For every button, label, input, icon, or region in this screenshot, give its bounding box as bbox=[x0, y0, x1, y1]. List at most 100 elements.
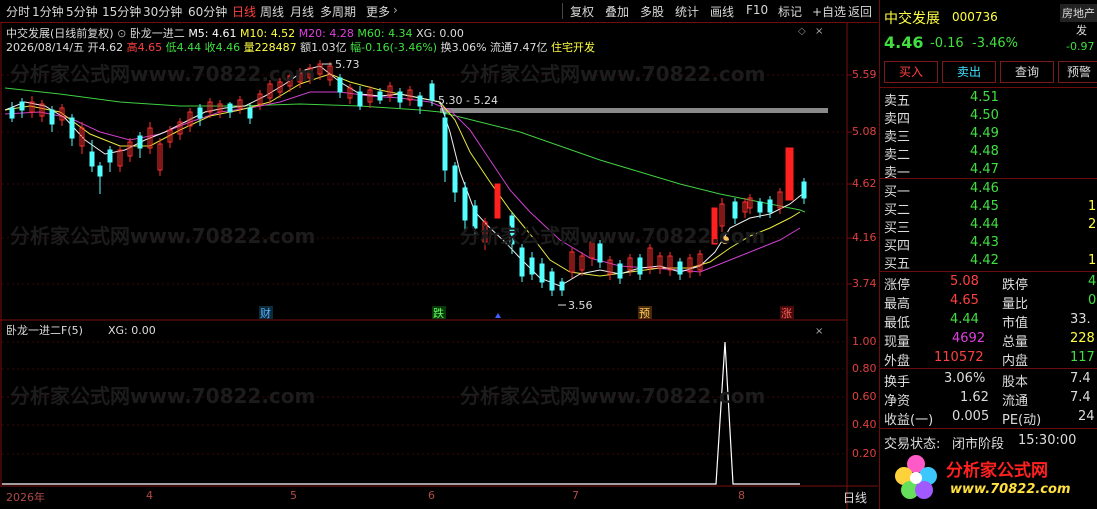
tab-monthly[interactable]: 月线 bbox=[290, 3, 314, 20]
tab-multi-period[interactable]: 多周期 bbox=[320, 3, 356, 20]
stat-value: 4.65 bbox=[950, 293, 979, 308]
bid-5-volume: 1 bbox=[1088, 253, 1097, 268]
sector-tag-suffix: 发 bbox=[1076, 24, 1087, 37]
price-axis-label: 5.08 bbox=[852, 125, 877, 138]
stat-label: 收益(一) bbox=[884, 413, 934, 428]
overlay-button[interactable]: 叠加 bbox=[605, 3, 629, 20]
x-axis-label: 2026年 bbox=[6, 491, 45, 504]
logo-url: www.70822.com bbox=[950, 482, 1071, 497]
sector-change: -0.97 bbox=[1066, 40, 1095, 53]
more-arrow-icon[interactable]: › bbox=[393, 3, 398, 17]
kline-chart[interactable]: 5.73 3.56 5.30 - 5.24 财 跌 预 涨 卧龙一进二F(5) … bbox=[0, 22, 878, 509]
stat-value: 24 bbox=[1078, 409, 1095, 424]
stat-value: 3.06% bbox=[944, 371, 986, 386]
price-axis-label: 4.62 bbox=[852, 177, 877, 190]
ask-4-label: 卖四 bbox=[884, 112, 911, 127]
price-change-pct: -3.46% bbox=[972, 36, 1018, 51]
resistance-band bbox=[440, 108, 828, 113]
price-axis-label: 3.74 bbox=[852, 277, 877, 290]
period-toolbar: 分时 1分钟 5分钟 15分钟 30分钟 60分钟 日线 周线 月线 多周期 更… bbox=[0, 0, 878, 23]
close-icon[interactable]: × bbox=[815, 26, 823, 37]
tab-weekly[interactable]: 周线 bbox=[260, 3, 284, 20]
stat-value: 4.44 bbox=[950, 312, 979, 327]
mark-button[interactable]: 标记 bbox=[778, 3, 802, 20]
marker-yu[interactable]: 预 bbox=[639, 307, 650, 320]
stat-label: PE(动) bbox=[1002, 413, 1042, 428]
ask-3-price: 4.49 bbox=[970, 126, 999, 141]
event-markers: 财 跌 预 涨 bbox=[259, 306, 794, 320]
watermark: 分析家公式网www.70822.com bbox=[460, 62, 766, 86]
stat-value: 33. bbox=[1070, 312, 1091, 327]
flower-logo-icon bbox=[895, 455, 937, 499]
stat-value: 4 bbox=[1088, 274, 1097, 289]
tab-1min[interactable]: 1分钟 bbox=[32, 3, 64, 20]
query-button[interactable]: 查询 bbox=[1000, 61, 1054, 83]
draw-line-button[interactable]: 画线 bbox=[710, 3, 734, 20]
stat-value: 110572 bbox=[934, 350, 984, 365]
tab-30min[interactable]: 30分钟 bbox=[143, 3, 182, 20]
x-axis-label: 5 bbox=[290, 489, 297, 502]
tab-fenshi[interactable]: 分时 bbox=[6, 3, 30, 20]
x-axis-label: 4 bbox=[146, 489, 153, 502]
stat-value: 0.005 bbox=[952, 409, 990, 424]
multi-stock-button[interactable]: 多股 bbox=[640, 3, 664, 20]
sector-tag[interactable]: 房地产 bbox=[1060, 4, 1097, 22]
ask-2-label: 卖二 bbox=[884, 148, 911, 163]
stat-label: 外盘 bbox=[884, 354, 911, 369]
marker-cai[interactable]: 财 bbox=[260, 306, 271, 320]
stock-name: 中交发展 bbox=[884, 11, 940, 27]
bid-3-price: 4.44 bbox=[970, 217, 999, 232]
back-button[interactable]: 返回 bbox=[848, 3, 872, 20]
sell-button[interactable]: 卖出 bbox=[942, 61, 996, 83]
stock-code: 000736 bbox=[952, 10, 998, 24]
indicator-xg-line bbox=[2, 341, 800, 485]
stat-value: 7.4 bbox=[1070, 390, 1091, 405]
stat-label: 最高 bbox=[884, 297, 911, 312]
stat-value: 117 bbox=[1070, 350, 1095, 365]
price-axis-label: 5.59 bbox=[852, 68, 877, 81]
watermark: 分析家公式网www.70822.com bbox=[10, 62, 316, 86]
diamond-icon[interactable]: ◇ bbox=[798, 26, 806, 37]
ask-3-label: 卖三 bbox=[884, 130, 911, 145]
x-axis-label: 6 bbox=[428, 489, 435, 502]
stats-button[interactable]: 统计 bbox=[675, 3, 699, 20]
marker-zhang[interactable]: 涨 bbox=[781, 307, 792, 320]
stat-value: 4692 bbox=[952, 331, 986, 346]
stat-label: 流通 bbox=[1002, 394, 1029, 409]
stat-label: 换手 bbox=[884, 375, 911, 390]
bid-4-price: 4.43 bbox=[970, 235, 999, 250]
add-watchlist-button[interactable]: +自选 bbox=[812, 3, 846, 20]
watermark: 分析家公式网www.70822.com bbox=[460, 224, 766, 248]
stat-label: 股本 bbox=[1002, 375, 1029, 390]
ask-5-price: 4.51 bbox=[970, 90, 999, 105]
ask-2-price: 4.48 bbox=[970, 144, 999, 159]
fuquan-button[interactable]: 复权 bbox=[570, 3, 594, 20]
stat-value: 228 bbox=[1070, 331, 1095, 346]
tab-60min[interactable]: 60分钟 bbox=[188, 3, 227, 20]
bid-5-label: 买五 bbox=[884, 257, 911, 272]
tab-5min[interactable]: 5分钟 bbox=[66, 3, 98, 20]
stat-label: 涨停 bbox=[884, 278, 911, 293]
alert-button[interactable]: 预警 bbox=[1058, 61, 1097, 83]
bid-2-volume: 1 bbox=[1088, 199, 1097, 214]
low-annotation: 3.56 bbox=[568, 299, 593, 312]
x-axis-period[interactable]: 日线 bbox=[843, 489, 867, 506]
trade-status-time: 15:30:00 bbox=[1018, 433, 1077, 448]
marker-die[interactable]: 跌 bbox=[433, 306, 444, 320]
stat-label: 最低 bbox=[884, 316, 911, 331]
stat-label: 跌停 bbox=[1002, 278, 1029, 293]
indicator-close-icon[interactable]: × bbox=[815, 326, 823, 337]
indicator-axis-label: 0.20 bbox=[852, 447, 877, 460]
buy-button[interactable]: 买入 bbox=[884, 61, 938, 83]
ask-4-price: 4.50 bbox=[970, 108, 999, 123]
indicator-title: 卧龙一进二F(5) bbox=[6, 324, 83, 337]
tab-daily[interactable]: 日线 bbox=[232, 3, 256, 20]
tab-15min[interactable]: 15分钟 bbox=[102, 3, 141, 20]
f10-button[interactable]: F10 bbox=[746, 3, 768, 17]
tab-more[interactable]: 更多 bbox=[366, 3, 390, 20]
bid-2-label: 买二 bbox=[884, 203, 911, 218]
indicator-axis-label: 0.40 bbox=[852, 418, 877, 431]
current-price: 4.46 bbox=[884, 33, 924, 52]
range-annotation: 5.30 - 5.24 bbox=[438, 94, 498, 107]
stat-label: 内盘 bbox=[1002, 354, 1029, 369]
